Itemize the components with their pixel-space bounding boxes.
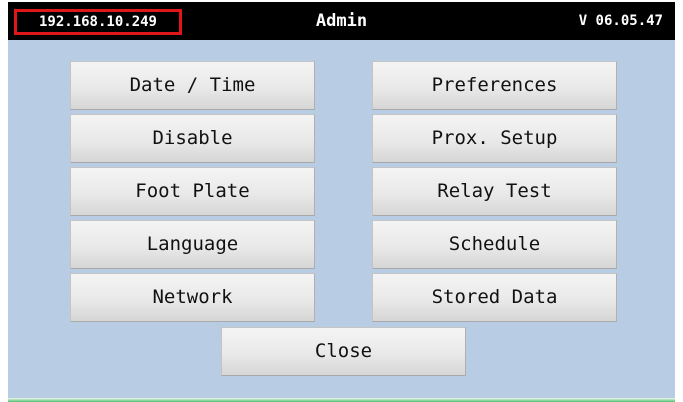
prox-setup-button[interactable]: Prox. Setup [372, 114, 617, 163]
stored-data-button[interactable]: Stored Data [372, 273, 617, 322]
disable-button[interactable]: Disable [70, 114, 315, 163]
title-bar: 192.168.10.249 Admin V 06.05.47 [8, 2, 675, 40]
language-button[interactable]: Language [70, 220, 315, 269]
network-button[interactable]: Network [70, 273, 315, 322]
close-button[interactable]: Close [221, 327, 466, 376]
page-title: Admin [315, 11, 368, 31]
schedule-button[interactable]: Schedule [372, 220, 617, 269]
admin-screen: 192.168.10.249 Admin V 06.05.47 Date / T… [8, 2, 675, 399]
foot-plate-button[interactable]: Foot Plate [70, 167, 315, 216]
preferences-button[interactable]: Preferences [372, 61, 617, 110]
date-time-button[interactable]: Date / Time [70, 61, 315, 110]
relay-test-button[interactable]: Relay Test [372, 167, 617, 216]
bottom-status-strip [8, 398, 675, 402]
version-label: V 06.05.47 [578, 13, 663, 29]
